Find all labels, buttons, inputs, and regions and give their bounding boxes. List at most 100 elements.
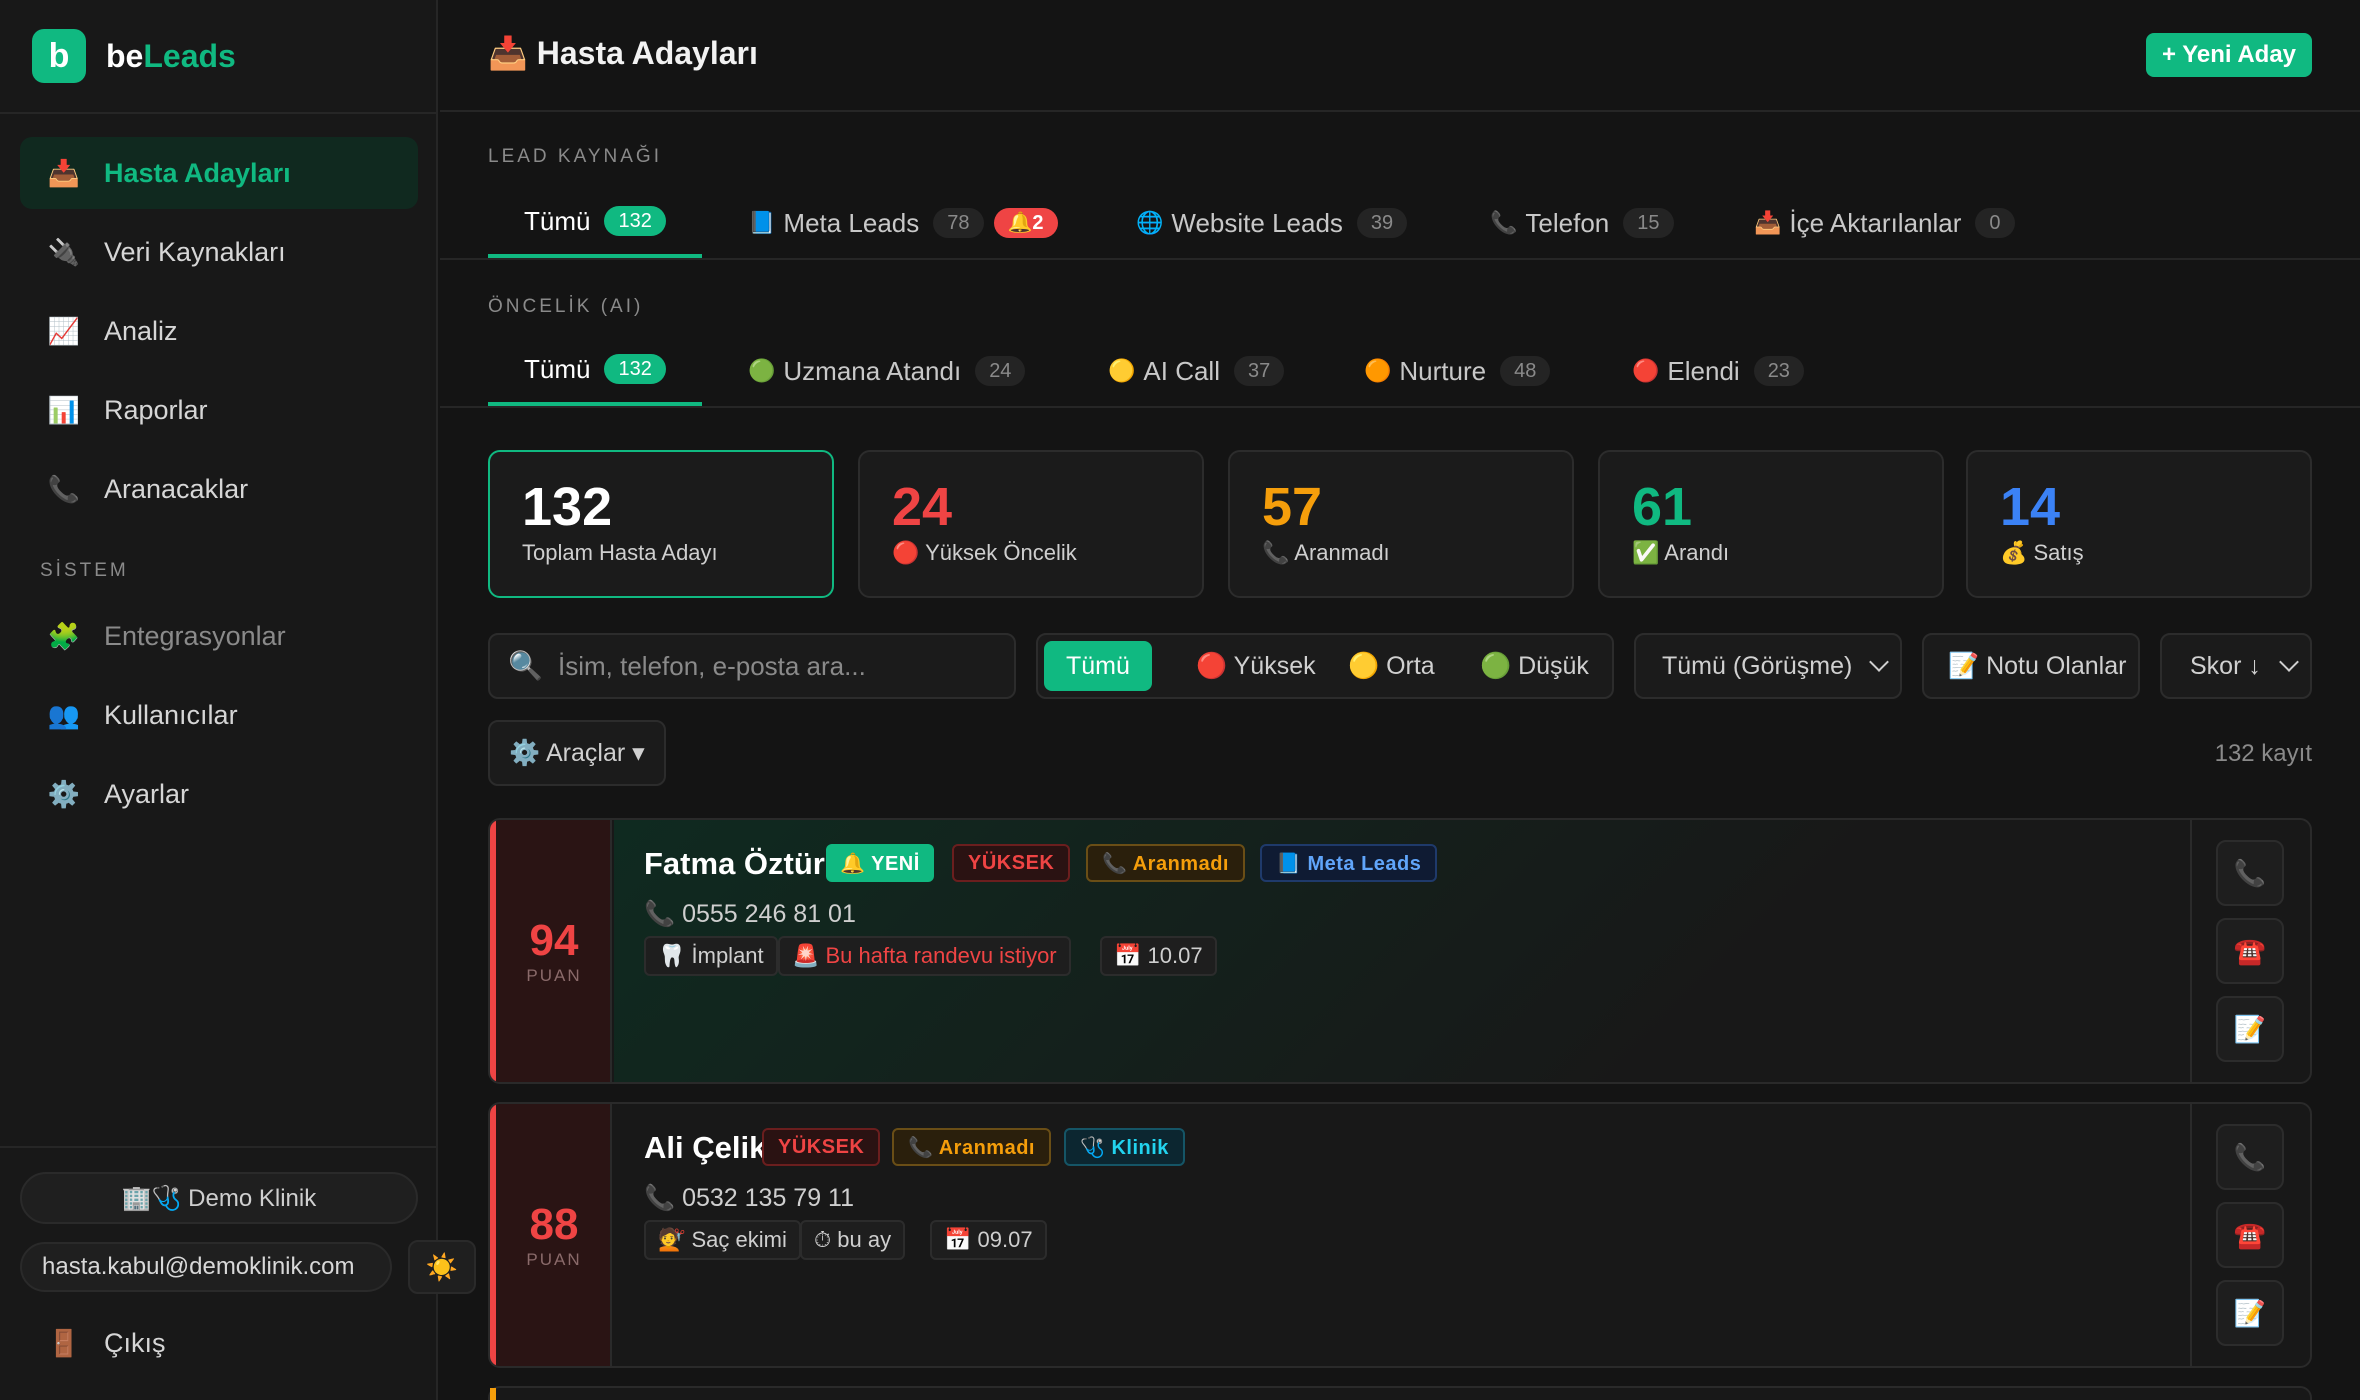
user-email: hasta.kabul@demoklinik.com — [20, 1242, 392, 1292]
tab-source-all[interactable]: Tümü 132 — [488, 188, 702, 258]
page-title: 📥 Hasta Adayları — [488, 35, 758, 71]
tab-label: Elendi — [1667, 355, 1740, 386]
door-icon: 🚪 — [47, 1327, 81, 1358]
tab-label: İçe Aktarılanlar — [1789, 207, 1962, 238]
priority-filter-high[interactable]: 🔴 Yüksek — [1174, 641, 1338, 691]
sidebar-item-analiz[interactable]: 📈 Analiz — [20, 295, 418, 367]
sidebar-item-entegrasyonlar[interactable]: 🧩 Entegrasyonlar — [20, 600, 418, 672]
tab-label: Nurture — [1399, 355, 1487, 386]
lead-card[interactable]: 94 PUAN Fatma Öztürk 🔔 YENİ YÜKSEK 📞 Ara… — [488, 818, 2312, 1084]
priority-filter-low[interactable]: 🟢 Düşük — [1458, 641, 1611, 691]
new-badge: 🔔 YENİ — [826, 844, 934, 882]
score-label: PUAN — [526, 1250, 582, 1269]
chevron-down-icon — [2279, 652, 2299, 672]
memo-icon: 📝 — [2233, 1297, 2267, 1328]
tab-priority-assigned[interactable]: 🟢 Uzmana Atandı 24 — [748, 336, 1026, 406]
sidebar-item-ayarlar[interactable]: ⚙️ Ayarlar — [20, 758, 418, 830]
tab-count: 78 — [933, 208, 984, 238]
tab-label: Website Leads — [1171, 207, 1343, 238]
interview-select[interactable]: Tümü (Görüşme) — [1634, 633, 1902, 699]
tools-dropdown-button[interactable]: ⚙️ Araçlar ▾ — [488, 720, 666, 786]
brand-logo: b — [32, 29, 86, 83]
sidebar-item-label: Veri Kaynakları — [104, 236, 286, 267]
ai-call-button[interactable]: ☎️ — [2216, 918, 2284, 984]
lead-actions: 📞 ☎️ 📝 — [2190, 1104, 2310, 1366]
tab-label: Telefon — [1525, 207, 1610, 238]
tab-priority-all[interactable]: Tümü 132 — [488, 336, 702, 406]
stat-sales[interactable]: 14 💰 Satış — [1966, 450, 2312, 598]
search-input[interactable] — [558, 635, 998, 697]
lead-card-partial[interactable] — [488, 1386, 2312, 1400]
phone-icon: 📞 — [1490, 210, 1518, 235]
lead-name[interactable]: Fatma Öztürk — [644, 846, 842, 882]
call-button[interactable]: 📞 — [2216, 840, 2284, 906]
tab-source-meta[interactable]: 📘 Meta Leads 78 🔔2 — [748, 188, 1058, 258]
sidebar-item-aranacaklar[interactable]: 📞 Aranacaklar — [20, 453, 418, 525]
new-lead-button[interactable]: + Yeni Aday — [2146, 33, 2312, 77]
lead-phone[interactable]: 📞 0532 135 79 11 — [644, 1184, 854, 1213]
inbox-icon: 📥 — [47, 157, 81, 188]
stat-not-called[interactable]: 57 📞 Aranmadı — [1228, 450, 1574, 598]
tab-label: Uzmana Atandı — [783, 355, 962, 386]
sidebar-item-label: Entegrasyonlar — [104, 620, 286, 651]
tab-priority-nurture[interactable]: 🟠 Nurture 48 — [1364, 336, 1551, 406]
sidebar-item-label: Raporlar — [104, 394, 208, 425]
new-alert-badge: 🔔2 — [993, 208, 1058, 238]
stat-value: 132 — [522, 477, 613, 537]
sidebar-item-hasta-adaylari[interactable]: 📥 Hasta Adayları — [20, 137, 418, 209]
ai-call-button[interactable]: ☎️ — [2216, 1202, 2284, 1268]
interview-select-value: Tümü (Görüşme) — [1662, 651, 1853, 680]
tab-source-phone[interactable]: 📞 Telefon 15 — [1490, 188, 1674, 258]
brand-name-part2: Leads — [143, 37, 236, 74]
telephone-icon: ☎️ — [2233, 935, 2267, 966]
add-note-button[interactable]: 📝 — [2216, 1280, 2284, 1346]
date-chip: 📅 10.07 — [1100, 936, 1217, 976]
lead-card[interactable]: 88 PUAN Ali Çelik YÜKSEK 📞 Aranmadı 🩺 Kl… — [488, 1102, 2312, 1368]
brand-name-part1: be — [106, 37, 144, 74]
memo-icon: 📝 — [2233, 1013, 2267, 1044]
sort-select[interactable]: Skor ↓ — [2160, 633, 2312, 699]
red-dot-icon: 🔴 — [1632, 358, 1660, 383]
sidebar-item-kullanicilar[interactable]: 👥 Kullanıcılar — [20, 679, 418, 751]
tab-count: 132 — [604, 354, 666, 384]
stat-label: 📞 Aranmadı — [1262, 540, 1390, 565]
logout-button[interactable]: 🚪 Çıkış — [44, 1318, 166, 1368]
stat-total[interactable]: 132 Toplam Hasta Adayı — [488, 450, 834, 598]
tab-priority-ai-call[interactable]: 🟡 AI Call 37 — [1108, 336, 1285, 406]
topbar: 📥 Hasta Adayları + Yeni Aday — [440, 0, 2360, 112]
clinic-selector[interactable]: 🏢🩺 Demo Klinik — [20, 1172, 418, 1224]
brand[interactable]: b beLeads — [0, 0, 436, 114]
stat-called[interactable]: 61 ✅ Arandı — [1598, 450, 1944, 598]
lead-card-body: Fatma Öztürk 🔔 YENİ YÜKSEK 📞 Aranmadı 📘 … — [614, 820, 2190, 1082]
phone-icon: 📞 — [2233, 857, 2267, 888]
gear-icon: ⚙️ — [47, 778, 81, 809]
tab-count: 132 — [604, 206, 666, 236]
logout-label: Çıkış — [104, 1327, 166, 1358]
tab-source-imported[interactable]: 📥 İçe Aktarılanlar 0 — [1754, 188, 2015, 258]
tab-source-website[interactable]: 🌐 Website Leads 39 — [1136, 188, 1408, 258]
stat-high-priority[interactable]: 24 🔴 Yüksek Öncelik — [858, 450, 1204, 598]
lead-name[interactable]: Ali Çelik — [644, 1130, 766, 1166]
tab-count: 15 — [1623, 208, 1674, 238]
call-button[interactable]: 📞 — [2216, 1124, 2284, 1190]
priority-filter-all[interactable]: Tümü — [1044, 641, 1152, 691]
sidebar-item-raporlar[interactable]: 📊 Raporlar — [20, 374, 418, 446]
stat-value: 57 — [1262, 477, 1323, 537]
stat-label: 🔴 Yüksek Öncelik — [892, 540, 1077, 565]
priority-filter-medium[interactable]: 🟡 Orta — [1326, 641, 1457, 691]
sidebar-item-label: Aranacaklar — [104, 473, 249, 504]
notes-filter-button[interactable]: 📝 Notu Olanlar — [1922, 633, 2140, 699]
yellow-dot-icon: 🟡 — [1108, 358, 1136, 383]
green-dot-icon: 🟢 — [748, 358, 776, 383]
tab-count: 23 — [1753, 356, 1804, 386]
bar-chart-icon: 📊 — [47, 394, 81, 425]
tab-count: 39 — [1356, 208, 1408, 238]
sidebar-item-veri-kaynaklari[interactable]: 🔌 Veri Kaynakları — [20, 216, 418, 288]
add-note-button[interactable]: 📝 — [2216, 996, 2284, 1062]
record-count: 132 kayıt — [2214, 740, 2312, 767]
users-icon: 👥 — [47, 699, 81, 730]
tab-priority-eliminated[interactable]: 🔴 Elendi 23 — [1632, 336, 1804, 406]
lead-phone[interactable]: 📞 0555 246 81 01 — [644, 900, 856, 929]
tab-count: 37 — [1233, 356, 1285, 386]
priority-filter-group: Tümü 🔴 Yüksek 🟡 Orta 🟢 Düşük — [1036, 633, 1614, 699]
